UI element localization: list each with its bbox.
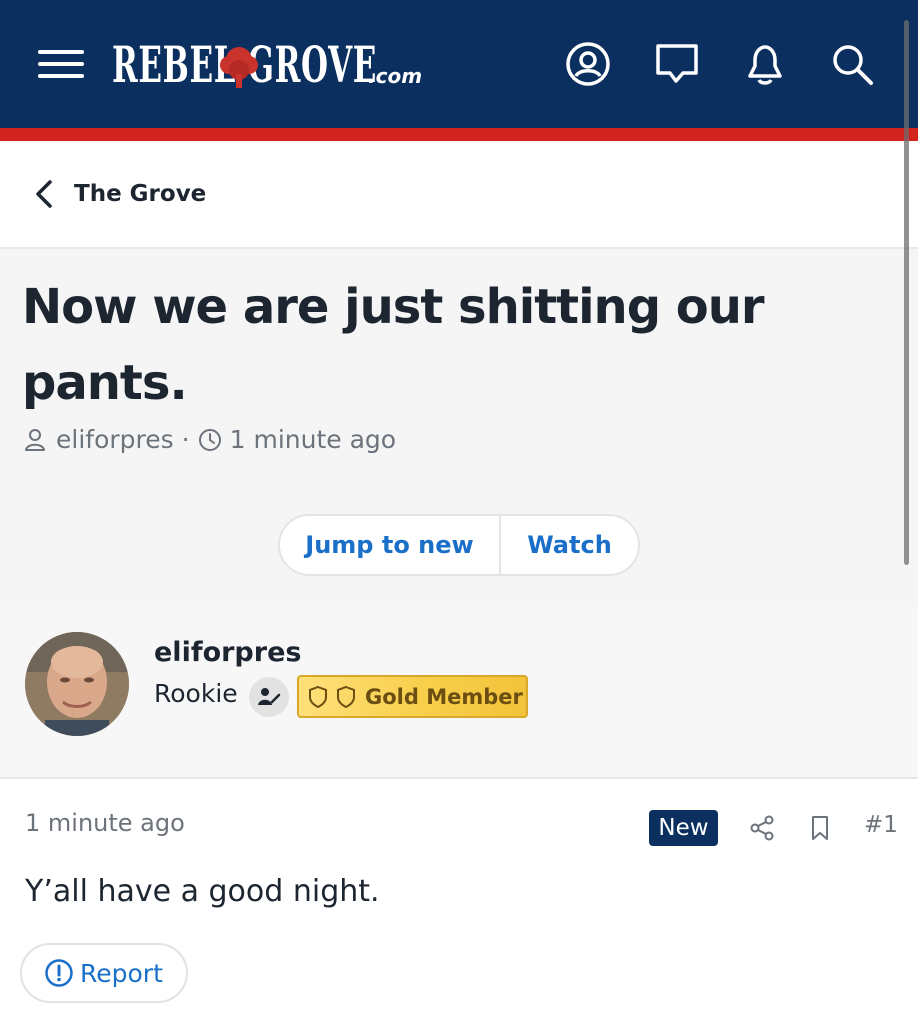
conversations-icon[interactable]: [651, 38, 703, 90]
post-body: Y’all have a good night.: [25, 874, 380, 909]
page-scrollbar[interactable]: [904, 20, 909, 565]
shield-icon: [335, 685, 357, 709]
thread-time[interactable]: 1 minute ago: [230, 425, 396, 454]
post-number[interactable]: #1: [864, 812, 898, 838]
alerts-icon[interactable]: [739, 38, 791, 90]
thread-meta: eliforpres · 1 minute ago: [24, 425, 396, 454]
share-icon[interactable]: [744, 810, 780, 846]
thread-title: Now we are just shitting our pants.: [22, 279, 765, 411]
clock-icon: [198, 428, 221, 451]
menu-icon[interactable]: [36, 44, 86, 84]
post-author-card: eliforpres Rookie Gold Member: [0, 607, 918, 779]
chevron-left-icon: [36, 180, 52, 208]
thread-author[interactable]: eliforpres: [56, 425, 174, 454]
gold-member-badge[interactable]: Gold Member: [297, 675, 528, 718]
search-icon[interactable]: [826, 38, 878, 90]
breadcrumb[interactable]: The Grove: [32, 172, 206, 216]
header-accent-stripe: [0, 128, 918, 141]
author-title: Rookie: [154, 679, 238, 708]
thread-actions: Jump to new Watch: [278, 514, 640, 576]
report-button[interactable]: Report: [20, 943, 188, 1003]
new-badge: New: [649, 810, 718, 846]
thread-header: Now we are just shitting our pants. elif…: [0, 247, 918, 607]
author-name[interactable]: eliforpres: [154, 637, 301, 668]
post-time[interactable]: 1 minute ago: [25, 809, 185, 837]
user-icon: [25, 428, 45, 451]
alert-circle-icon: [45, 959, 73, 987]
tree-logo-icon: [220, 47, 258, 88]
report-label: Report: [80, 958, 163, 988]
site-logo[interactable]: REBEL GROVE .com: [112, 30, 539, 96]
jump-to-new-button[interactable]: Jump to new: [280, 516, 501, 574]
breadcrumb-label: The Grove: [74, 181, 207, 207]
watch-button[interactable]: Watch: [501, 516, 638, 574]
user-edit-icon: [249, 677, 289, 717]
bookmark-icon[interactable]: [802, 810, 838, 846]
shield-icon: [307, 685, 329, 709]
badge-label: Gold Member: [365, 684, 523, 709]
site-header: REBEL GROVE .com: [0, 0, 918, 128]
logo-suffix: .com: [368, 64, 423, 88]
meta-separator: ·: [181, 425, 190, 454]
account-icon[interactable]: [562, 38, 614, 90]
avatar[interactable]: [25, 632, 129, 736]
